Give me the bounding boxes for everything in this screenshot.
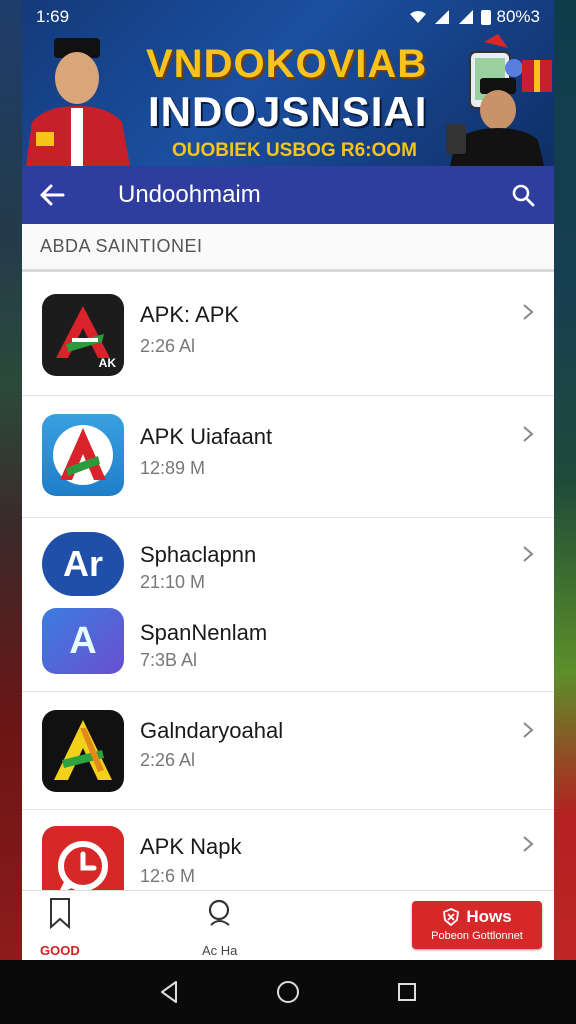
cta-sublabel: Pobeon Gottlonnet (431, 930, 523, 942)
app-name: Galndaryoahal (140, 718, 284, 743)
arrow-left-icon (40, 184, 65, 206)
app-window: VNDOKOVIAB INDOJSNSIAI OUOBIEK USBOG R6:… (22, 0, 554, 960)
cta-label: Hows (466, 907, 512, 926)
chevron-right-icon (523, 722, 534, 738)
search-button[interactable] (492, 166, 554, 224)
back-button[interactable] (22, 166, 82, 224)
person-right-image (446, 78, 544, 166)
list-item[interactable]: AK APK: APK 2:26 Al (22, 272, 554, 396)
bookmark-icon (49, 898, 70, 929)
banner-subtitle: OUOBIEK USBOG R6:OOM (172, 140, 417, 161)
background-right (552, 0, 576, 960)
app-name: SpanNenlam (140, 620, 268, 645)
nav-label: GOOD (40, 943, 80, 958)
app-name: APK Uiafaant (140, 424, 273, 449)
app-time: 12:89 M (140, 458, 206, 478)
apk-triangle-blue-icon (42, 414, 124, 496)
background-left (0, 0, 24, 960)
nav-item-bookmark[interactable]: GOOD (40, 897, 80, 958)
nav-item-search[interactable]: Ac Ha (202, 897, 237, 958)
app-name: APK Napk (140, 834, 242, 859)
person-left-image (26, 38, 130, 166)
list-item[interactable]: Ar Sphaclapnn 21:10 M A SpanNenlam 7:3B … (22, 518, 554, 692)
signal-icon-2 (458, 10, 473, 24)
search-icon (512, 184, 535, 207)
app-time: 2:26 Al (140, 750, 196, 770)
chevron-right-icon (523, 426, 534, 442)
nav-label: Ac Ha (202, 943, 238, 958)
cta-button[interactable]: Hows Pobeon Gottlonnet (412, 901, 542, 949)
app-name: APK: APK (140, 302, 240, 327)
battery-icon (480, 9, 491, 25)
signal-icon (434, 10, 449, 24)
banner-title-line1: VNDOKOVIAB (146, 42, 428, 86)
app-bar-title: Undoohmaim (118, 181, 261, 208)
app-list: AK APK: APK 2:26 Al APK Uiafaant 12:89 M (22, 272, 554, 908)
list-item[interactable]: Galndaryoahal 2:26 Al (22, 692, 554, 810)
system-nav-bar (0, 960, 576, 1024)
app-bar: Undoohmaim (22, 166, 554, 224)
battery-level: 80%3 (496, 7, 540, 26)
chevron-right-icon (523, 546, 534, 562)
ar-blue-circle-icon: Ar (42, 532, 124, 596)
app-time: 21:10 M (140, 572, 206, 592)
shield-close-icon (443, 908, 460, 926)
recents-square-icon[interactable] (396, 981, 418, 1003)
bottom-nav: GOOD Ac Ha Hows Pobeon Gottlonnet (22, 890, 554, 960)
app-time: 2:26 Al (140, 336, 196, 356)
status-bar: 1:69 80%3 (22, 0, 554, 34)
icon-label: AK (98, 356, 116, 370)
a-green-yellow-icon (42, 710, 124, 792)
section-header: ABDA SAINTIONEI (22, 224, 554, 272)
apk-triangle-dark-icon: AK (42, 294, 124, 376)
chevron-right-icon (523, 304, 534, 320)
list-item[interactable]: APK Napk 12:6 M (22, 810, 554, 908)
icon-label: A (69, 620, 97, 662)
icon-label: Ar (62, 543, 103, 584)
back-triangle-icon[interactable] (158, 980, 180, 1004)
search-icon (208, 899, 230, 926)
banner-title-line2: INDOJSNSIAI (148, 88, 428, 135)
status-icons: 80%3 (409, 7, 540, 27)
app-name: Sphaclapnn (140, 542, 257, 567)
wifi-icon (409, 11, 426, 23)
app-time: 7:3B Al (140, 650, 198, 670)
status-time: 1:69 (36, 7, 70, 26)
a-gradient-icon: A (42, 608, 124, 674)
list-item[interactable]: APK Uiafaant 12:89 M (22, 396, 554, 518)
home-circle-icon[interactable] (275, 979, 301, 1005)
chevron-right-icon (523, 836, 534, 852)
app-time: 12:6 M (140, 866, 196, 886)
